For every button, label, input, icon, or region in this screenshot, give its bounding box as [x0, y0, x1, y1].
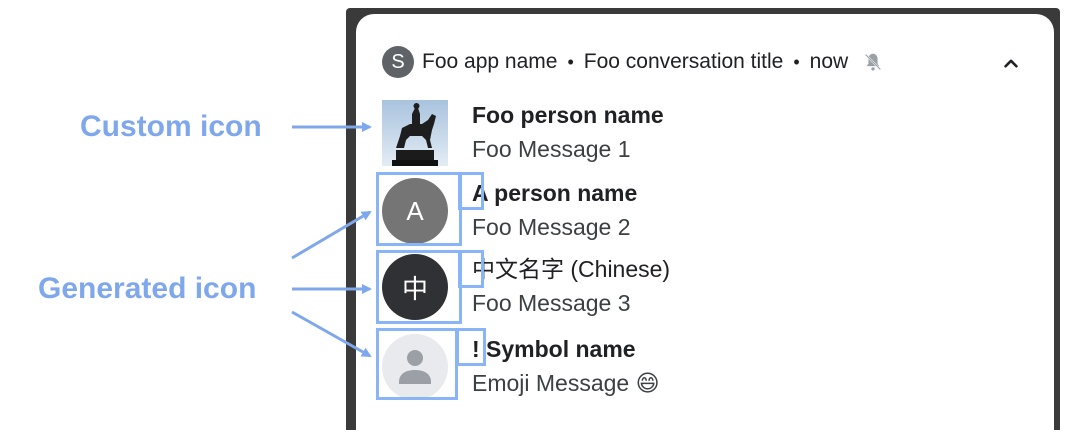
message-text: Foo Message 2	[472, 214, 631, 240]
highlight-box	[456, 328, 486, 366]
conversation-title: Foo conversation title	[583, 50, 784, 73]
generated-icon-label: Generated icon	[38, 272, 257, 305]
header-separator: •	[567, 51, 574, 72]
statue-photo-icon	[382, 100, 448, 166]
highlight-box	[376, 250, 462, 324]
message-content: A person name Foo Message 2	[472, 178, 637, 242]
notification-header: S Foo app name • Foo conversation title …	[382, 44, 884, 80]
sender-name: 中文名字 (Chinese)	[472, 256, 671, 282]
message-content: ! Symbol name Emoji Message 😄	[472, 334, 660, 398]
screenshot-stage: S Foo app name • Foo conversation title …	[0, 0, 1072, 430]
header-separator: •	[793, 51, 800, 72]
highlight-box	[458, 250, 484, 288]
bell-off-icon	[865, 53, 882, 71]
app-icon: S	[382, 46, 414, 78]
message-text: Foo Message 1	[472, 136, 631, 162]
highlight-box	[376, 328, 458, 400]
message-text: Foo Message 3	[472, 290, 631, 316]
sender-name: A person name	[472, 180, 638, 206]
sender-name: ! Symbol name	[472, 336, 636, 362]
message-content: 中文名字 (Chinese) Foo Message 3	[472, 254, 670, 318]
chevron-up-icon[interactable]	[998, 50, 1024, 76]
timestamp: now	[809, 50, 849, 73]
app-name: Foo app name	[422, 50, 558, 73]
app-icon-letter: S	[391, 50, 405, 73]
custom-icon-label: Custom icon	[80, 110, 262, 143]
highlight-box	[376, 172, 462, 246]
message-text: Emoji Message 😄	[472, 370, 660, 396]
highlight-box	[458, 172, 484, 210]
sender-name: Foo person name	[472, 102, 664, 128]
message-content: Foo person name Foo Message 1	[472, 100, 664, 164]
custom-photo-icon	[382, 100, 448, 166]
